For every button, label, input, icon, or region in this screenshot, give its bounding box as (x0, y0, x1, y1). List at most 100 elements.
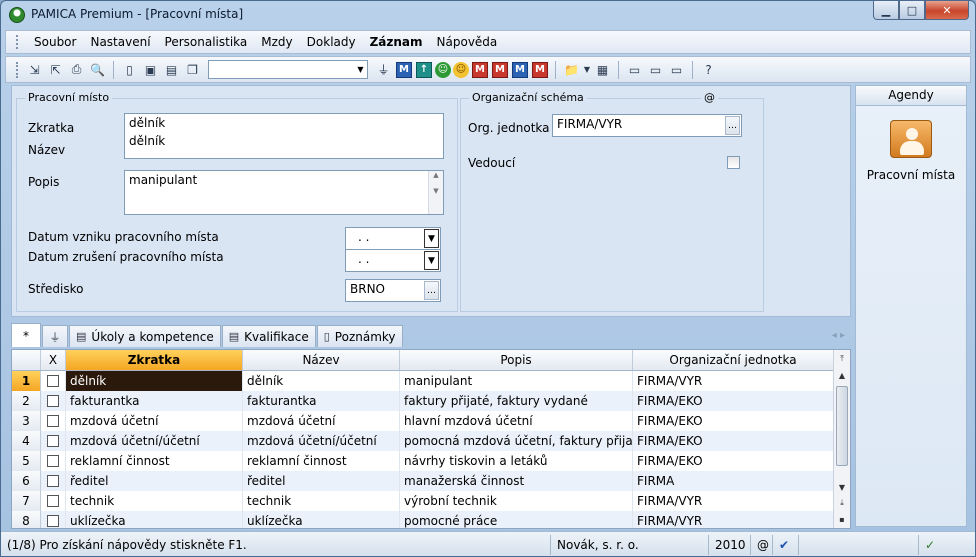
column-header-org-jednotka[interactable]: Organizační jednotka (633, 350, 834, 370)
row-number[interactable]: 6 (12, 471, 41, 491)
column-header-zkratka[interactable]: Zkratka (66, 350, 243, 370)
table-row[interactable]: 2 fakturantka fakturantka faktury přijat… (12, 391, 834, 411)
table-row[interactable]: 5 reklamní činnost reklamní činnost návr… (12, 451, 834, 471)
scroll-top-icon[interactable]: ⤒ (835, 352, 849, 366)
window-icon-1[interactable]: ▭ (625, 60, 644, 79)
zkratka-nazev-field[interactable]: dělník dělník (124, 113, 444, 159)
tab-filter[interactable]: ⏚ (42, 325, 68, 347)
column-header-rownum[interactable] (12, 350, 41, 370)
cell-popis[interactable]: hlavní mzdová účetní (400, 411, 633, 431)
checkbox-icon[interactable] (47, 495, 59, 507)
m-red-icon-2[interactable]: M (492, 61, 508, 78)
person-green-icon[interactable]: ☺ (435, 61, 451, 78)
cell-org-jednotka[interactable]: FIRMA/EKO (633, 411, 834, 431)
column-header-popis[interactable]: Popis (400, 350, 633, 370)
app-logo-icon[interactable] (9, 7, 25, 23)
scroll-end-icon[interactable]: ▪ (835, 512, 849, 526)
menu-nastaveni[interactable]: Nastavení (83, 35, 157, 49)
cell-zkratka[interactable]: mzdová účetní (66, 411, 243, 431)
row-number[interactable]: 7 (12, 491, 41, 511)
print-preview-icon[interactable]: 🔍 (88, 60, 107, 79)
menu-personalistika[interactable]: Personalistika (158, 35, 255, 49)
cell-nazev[interactable]: uklízečka (243, 511, 400, 528)
row-number[interactable]: 2 (12, 391, 41, 411)
cell-zkratka[interactable]: uklízečka (66, 511, 243, 528)
stredisko-value[interactable]: BRNO (350, 282, 385, 296)
datum-vzniku-value[interactable]: . . (350, 230, 369, 244)
cell-nazev[interactable]: ředitel (243, 471, 400, 491)
row-number[interactable]: 3 (12, 411, 41, 431)
cell-org-jednotka[interactable]: FIRMA/EKO (633, 451, 834, 471)
lookup-icon[interactable]: … (424, 281, 439, 300)
cell-zkratka[interactable]: ředitel (66, 471, 243, 491)
scrollbar-thumb[interactable] (836, 386, 848, 466)
cell-zkratka[interactable]: technik (66, 491, 243, 511)
calculator-icon[interactable]: ▦ (593, 60, 612, 79)
table-row[interactable]: 8 uklízečka uklízečka pomocné práce FIRM… (12, 511, 834, 528)
menu-mzdy[interactable]: Mzdy (254, 35, 299, 49)
cell-popis[interactable]: manipulant (400, 371, 633, 391)
cell-nazev[interactable]: fakturantka (243, 391, 400, 411)
checkbox-icon[interactable] (47, 475, 59, 487)
row-checkbox[interactable] (41, 431, 66, 451)
menu-napoveda[interactable]: Nápověda (430, 35, 505, 49)
filter-icon[interactable]: ⏚ (374, 60, 393, 79)
import-icon[interactable]: ⇲ (25, 60, 44, 79)
chevron-down-icon[interactable]: ▼ (583, 60, 591, 79)
tab-kvalifikace[interactable]: ▤ Kvalifikace (221, 325, 316, 347)
cell-popis[interactable]: faktury přijaté, faktury vydané (400, 391, 633, 411)
cell-zkratka[interactable]: mzdová účetní/účetní (66, 431, 243, 451)
row-checkbox[interactable] (41, 451, 66, 471)
copy-icon[interactable]: ❐ (183, 60, 202, 79)
save-icon[interactable]: ▣ (141, 60, 160, 79)
person-yellow-icon[interactable]: ☺ (453, 61, 469, 78)
window-icon-3[interactable]: ▭ (667, 60, 686, 79)
row-number[interactable]: 1 (12, 371, 41, 391)
table-vertical-scrollbar[interactable]: ⤒ ▲ ▼ ⤓ ▪ (833, 350, 850, 528)
cell-org-jednotka[interactable]: FIRMA/EKO (633, 391, 834, 411)
org-schema-at-icon[interactable]: @ (701, 91, 718, 104)
datum-vzniku-field[interactable]: . . ▼ (345, 227, 441, 250)
cell-nazev[interactable]: mzdová účetní/účetní (243, 431, 400, 451)
chevron-down-icon[interactable]: ▼ (354, 61, 367, 78)
cell-nazev[interactable]: dělník (243, 371, 400, 391)
row-checkbox[interactable] (41, 391, 66, 411)
new-record-icon[interactable]: ▯ (120, 60, 139, 79)
cell-popis[interactable]: pomocná mzdová účetní, faktury přijaté (400, 431, 633, 451)
checkbox-icon[interactable] (47, 435, 59, 447)
popis-scrollbar[interactable]: ▲ ▼ (428, 171, 443, 214)
row-checkbox[interactable] (41, 371, 66, 391)
checkbox-icon[interactable] (47, 415, 59, 427)
cell-zkratka[interactable]: fakturantka (66, 391, 243, 411)
m-blue-icon[interactable]: M (396, 61, 412, 78)
m-red-icon-3[interactable]: M (532, 61, 548, 78)
popis-field[interactable]: manipulant ▲ ▼ (124, 170, 444, 215)
checkbox-icon[interactable] (47, 515, 59, 527)
row-checkbox[interactable] (41, 511, 66, 528)
zkratka-value[interactable]: dělník (129, 116, 439, 130)
checkbox-icon[interactable] (47, 375, 59, 387)
title-bar[interactable]: PAMICA Premium - [Pracovní místa] ▁ □ ✕ (1, 1, 975, 29)
check-icon[interactable]: ✔ (773, 534, 799, 555)
table-row[interactable]: 4 mzdová účetní/účetní mzdová účetní/úče… (12, 431, 834, 451)
cell-popis[interactable]: manažerská činnost (400, 471, 633, 491)
scroll-down-icon[interactable]: ▼ (835, 480, 849, 494)
tab-scroll-arrows[interactable]: ◂ ▸ (832, 330, 851, 341)
cell-nazev[interactable]: mzdová účetní (243, 411, 400, 431)
close-button[interactable]: ✕ (925, 1, 969, 20)
row-checkbox[interactable] (41, 411, 66, 431)
cell-org-jednotka[interactable]: FIRMA (633, 471, 834, 491)
row-checkbox[interactable] (41, 471, 66, 491)
row-checkbox[interactable] (41, 491, 66, 511)
datum-zruseni-value[interactable]: . . (350, 252, 369, 266)
tab-new-record[interactable]: * (11, 323, 41, 347)
cell-popis[interactable]: návrhy tiskovin a letáků (400, 451, 633, 471)
menu-soubor[interactable]: Soubor (27, 35, 83, 49)
stredisko-field[interactable]: BRNO … (345, 279, 441, 302)
cell-popis[interactable]: výrobní technik (400, 491, 633, 511)
m-red-icon-1[interactable]: M (472, 61, 488, 78)
datum-zruseni-field[interactable]: . . ▼ (345, 249, 441, 272)
row-number[interactable]: 8 (12, 511, 41, 528)
agendy-item-pracovni-mista[interactable]: Pracovní místa (856, 168, 966, 182)
print-icon[interactable]: ⎙ (67, 60, 86, 79)
